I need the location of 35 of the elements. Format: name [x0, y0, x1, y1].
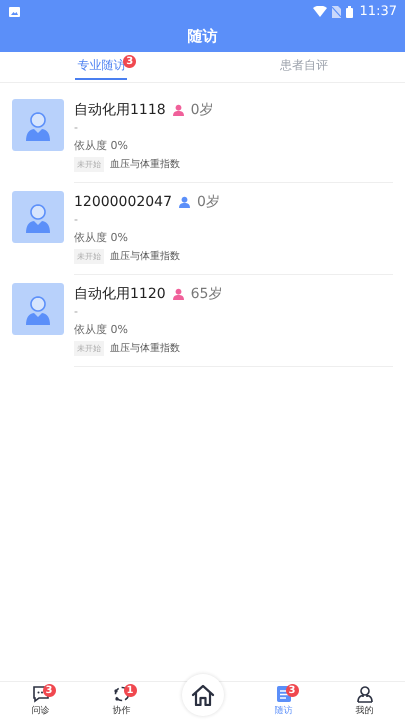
patient-note: - [74, 121, 79, 136]
status-time: 11:37 [360, 4, 397, 19]
patient-age: 0岁 [196, 193, 220, 211]
status-tag: 未开始 [74, 156, 104, 172]
plan-name: 血压与体重指数 [110, 250, 180, 263]
patient-name: 自动化用1120 [74, 285, 166, 303]
count-badge: 3 [42, 684, 56, 697]
compliance-text: 依从度 0% [74, 138, 129, 154]
page-title: 随访 [186, 26, 218, 47]
wifi-icon [312, 6, 327, 17]
patient-name: 自动化用1118 [74, 101, 166, 119]
patient-age: 65岁 [190, 285, 222, 303]
home-button[interactable] [182, 674, 224, 716]
home-icon [190, 684, 214, 706]
user-icon [356, 685, 374, 703]
avatar-icon[interactable] [12, 99, 64, 151]
plan-name: 血压与体重指数 [110, 342, 180, 355]
patient-note: - [74, 213, 79, 228]
patient-age: 0岁 [190, 101, 214, 119]
status-tag: 未开始 [74, 340, 104, 356]
count-badge: 1 [124, 684, 136, 697]
image-icon [9, 6, 20, 16]
battery-icon [346, 6, 353, 18]
no-sim-icon [332, 6, 341, 18]
nav-item[interactable]: 我的 [354, 682, 376, 720]
count-badge: 3 [286, 684, 298, 697]
avatar-icon[interactable] [12, 191, 64, 243]
avatar-icon[interactable] [12, 283, 64, 335]
patient-name: 12000002047 [74, 194, 172, 210]
compliance-text: 依从度 0% [74, 322, 129, 338]
patient-note: - [74, 305, 79, 320]
plan-name: 血压与体重指数 [110, 158, 180, 171]
compliance-text: 依从度 0% [74, 230, 129, 246]
status-tag: 未开始 [74, 248, 104, 264]
count-badge: 3 [123, 55, 136, 68]
